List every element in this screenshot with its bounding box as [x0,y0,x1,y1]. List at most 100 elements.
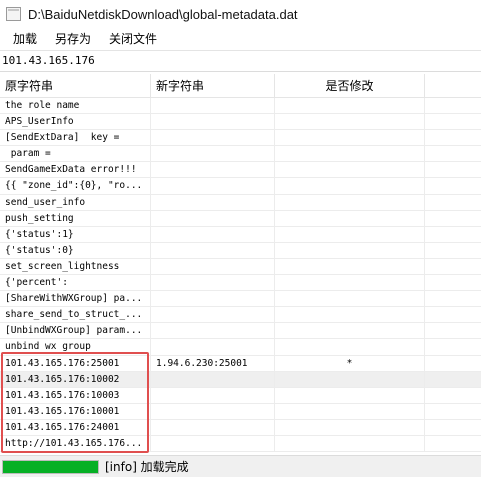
cell-extra [425,307,481,322]
cell-extra [425,227,481,242]
cell-new[interactable] [151,130,275,146]
column-header-original[interactable]: 原字符串 [0,74,151,98]
cell-new[interactable] [151,339,275,355]
cell-extra [425,162,481,177]
cell-modified [275,435,425,452]
menu-load[interactable]: 加载 [5,29,45,49]
cell-extra [425,372,481,387]
cell-new[interactable] [151,226,275,242]
cell-new[interactable] [151,387,275,403]
cell-modified [275,371,425,387]
cell-new[interactable] [151,178,275,194]
table-row[interactable]: 101.43.165.176:24001 [0,419,481,436]
cell-extra [425,404,481,419]
table-row[interactable]: the role name [0,98,481,115]
cell-new[interactable] [151,275,275,291]
cell-extra [425,211,481,226]
cell-modified [275,275,425,291]
cell-modified [275,419,425,435]
cell-extra [425,339,481,354]
cell-extra [425,420,481,435]
cell-new[interactable] [151,146,275,162]
cell-new[interactable] [151,194,275,210]
cell-extra [425,323,481,338]
cell-new[interactable] [151,162,275,178]
status-bar: [info] 加载完成 [0,455,481,477]
string-table: 原字符串 新字符串 是否修改 the role name APS_UserInfo… [0,74,481,454]
cell-new[interactable]: 1.94.6.230:25001 [151,355,275,371]
table-row[interactable]: SendGameExData error!!! [0,162,481,179]
table-row[interactable]: send_user_info [0,194,481,211]
table-row[interactable]: {'status':0} [0,242,481,259]
menu-close-file[interactable]: 关闭文件 [101,29,165,49]
table-row[interactable]: 101.43.165.176:10003 [0,387,481,404]
table-row[interactable]: set_screen_lightness [0,258,481,276]
title-bar: D:\BaiduNetdiskDownload\global-metadata.… [0,0,481,28]
cell-original: 101.43.165.176:25001 [0,355,151,371]
table-row[interactable]: [SendExtDara] key = [0,130,481,147]
cell-original: 101.43.165.176:10002 [0,371,151,387]
cell-new[interactable] [151,98,275,114]
cell-new[interactable] [151,210,275,226]
cell-extra [425,130,481,145]
window-title: D:\BaiduNetdiskDownload\global-metadata.… [28,6,298,22]
cell-extra [425,146,481,161]
table-row[interactable]: push_setting [0,210,481,227]
cell-modified [275,226,425,242]
cell-new[interactable] [151,419,275,435]
cell-original: {'status':0} [0,242,151,258]
cell-new[interactable] [151,435,275,452]
table-row[interactable]: 101.43.165.176:10001 [0,403,481,420]
cell-original: 101.43.165.176:10001 [0,403,151,419]
table-row[interactable]: {'percent': [0,275,481,292]
cell-modified [275,307,425,323]
cell-extra [425,259,481,274]
cell-original: APS_UserInfo [0,114,151,130]
table-row[interactable]: 101.43.165.176:25001 1.94.6.230:25001 * [0,355,481,372]
cell-modified [275,178,425,194]
table-row[interactable]: APS_UserInfo [0,114,481,131]
cell-original: 101.43.165.176:24001 [0,419,151,435]
table-row[interactable]: {'status':1} [0,226,481,243]
table-row[interactable]: unbind wx group [0,339,481,356]
table-row[interactable]: param = [0,146,481,163]
cell-new[interactable] [151,403,275,419]
cell-new[interactable] [151,323,275,339]
cell-original: 101.43.165.176:10003 [0,387,151,403]
table-header: 原字符串 新字符串 是否修改 [0,74,481,98]
cell-new[interactable] [151,291,275,307]
cell-original: {'percent': [0,275,151,291]
cell-extra [425,114,481,129]
cell-modified [275,210,425,226]
cell-modified [275,403,425,419]
search-input[interactable]: 101.43.165.176 [0,50,481,72]
cell-new[interactable] [151,371,275,387]
table-row[interactable]: 101.43.165.176:10002 [0,371,481,388]
table-row[interactable]: [ShareWithWXGroup] pa... [0,291,481,308]
table-body: the role name APS_UserInfo [SendExtDara] k… [0,98,481,453]
table-row[interactable]: http://101.43.165.176... [0,435,481,453]
cell-new[interactable] [151,242,275,258]
cell-new[interactable] [151,114,275,130]
menu-save-as[interactable]: 另存为 [47,29,99,49]
cell-original: http://101.43.165.176... [0,435,151,452]
cell-modified [275,130,425,146]
table-row[interactable]: share_send_to_struct_... [0,307,481,324]
column-header-modified[interactable]: 是否修改 [275,74,425,98]
cell-original: {{ "zone_id":{0}, "ro... [0,178,151,194]
cell-original: [ShareWithWXGroup] pa... [0,291,151,307]
cell-modified [275,162,425,178]
column-header-new[interactable]: 新字符串 [151,74,275,98]
cell-original: send_user_info [0,194,151,210]
table-row[interactable]: [UnbindWXGroup] param... [0,323,481,340]
cell-new[interactable] [151,307,275,323]
table-row[interactable]: {{ "zone_id":{0}, "ro... [0,178,481,195]
cell-extra [425,291,481,306]
cell-modified [275,98,425,114]
cell-original: SendGameExData error!!! [0,162,151,178]
cell-new[interactable] [151,258,275,275]
cell-original: [UnbindWXGroup] param... [0,323,151,339]
cell-original: unbind wx group [0,339,151,355]
cell-extra [425,195,481,210]
cell-original: push_setting [0,210,151,226]
